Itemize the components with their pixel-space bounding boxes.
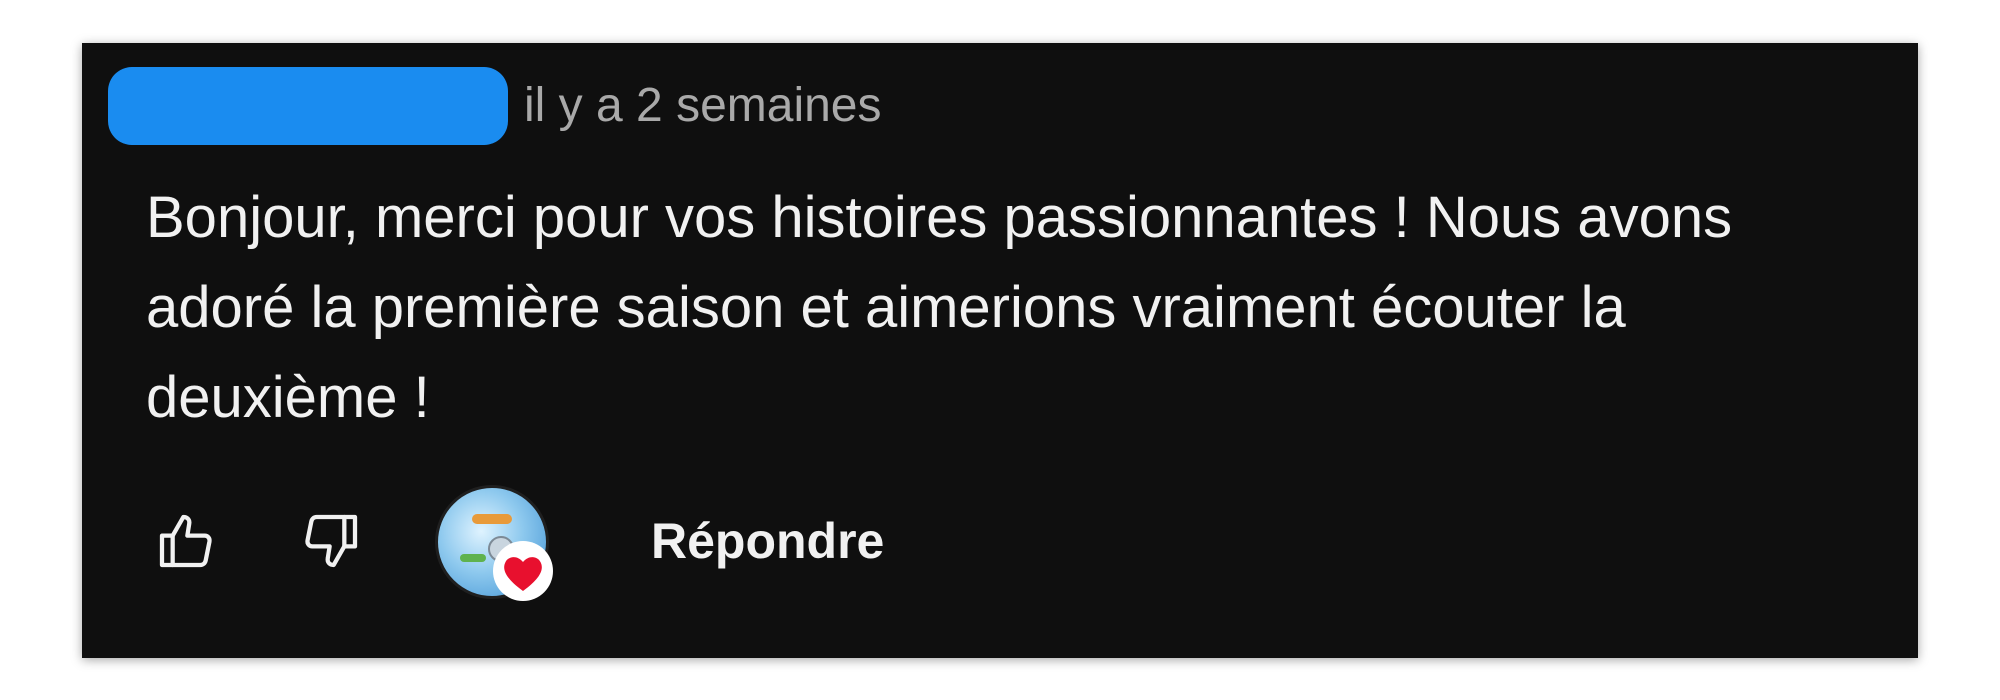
reply-button[interactable]: Répondre	[651, 512, 884, 570]
thumbs-up-icon	[159, 514, 212, 568]
comment-header: il y a 2 semaines	[108, 67, 882, 145]
creator-heart-badge[interactable]	[431, 481, 553, 601]
comment-actions: Répondre	[146, 481, 884, 601]
thumbs-down-icon	[305, 514, 358, 568]
comment-timestamp[interactable]: il y a 2 semaines	[524, 67, 882, 145]
like-button[interactable]	[146, 501, 226, 581]
comment-card: il y a 2 semaines Bonjour, merci pour vo…	[82, 43, 1918, 658]
comment-text: Bonjour, merci pour vos histoires passio…	[146, 185, 1733, 430]
dislike-button[interactable]	[291, 501, 371, 581]
heart-icon	[493, 541, 553, 601]
redacted-author-name	[108, 67, 508, 145]
